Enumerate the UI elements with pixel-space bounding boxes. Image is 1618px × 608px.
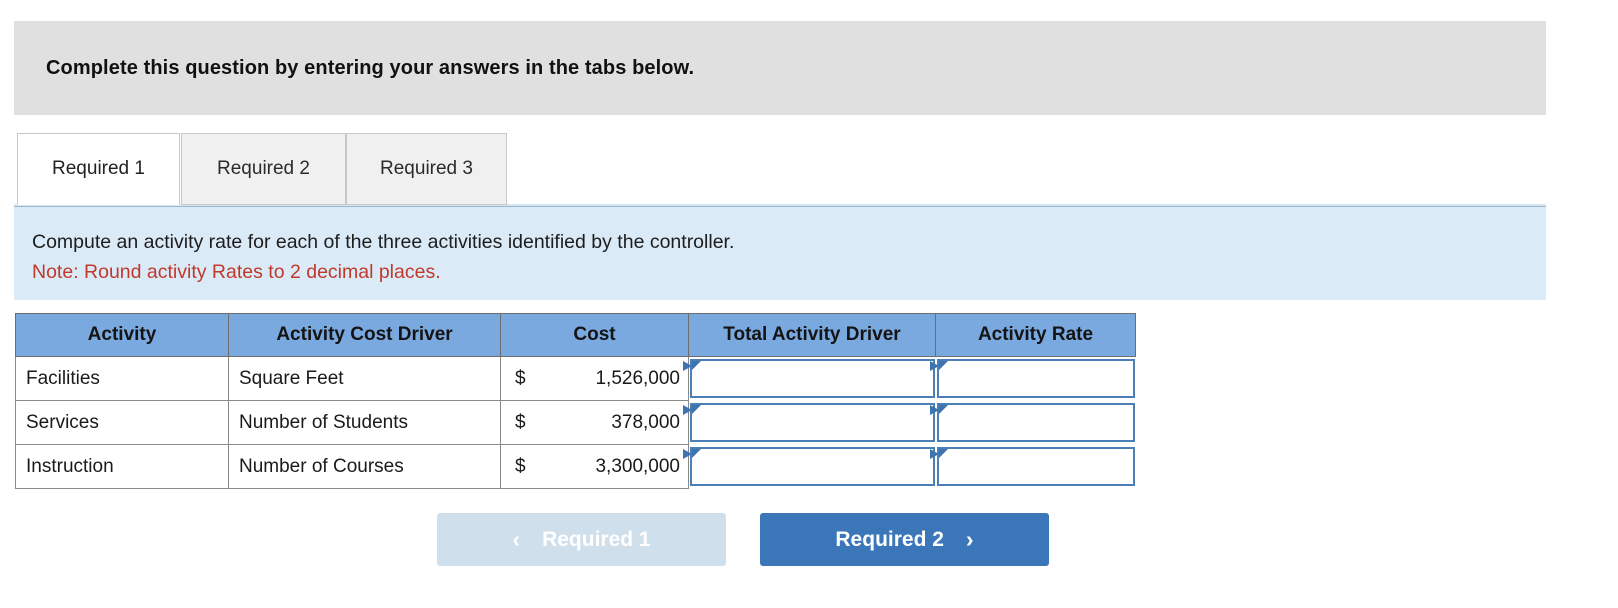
cell-total-activity-driver: [683, 445, 936, 489]
cell-activity: Instruction: [15, 444, 229, 489]
input-total-activity-driver-value: [692, 405, 933, 440]
table-header-row: Activity Activity Cost Driver Cost Total…: [15, 313, 1136, 357]
column-header-total-activity-driver: Total Activity Driver: [688, 313, 936, 357]
chevron-right-icon: ›: [965, 526, 974, 552]
input-total-activity-driver[interactable]: [683, 403, 935, 442]
input-total-activity-driver-value: [692, 449, 933, 484]
cell-cost-driver: Square Feet: [228, 356, 501, 401]
cell-cost: $ 1,526,000: [500, 356, 689, 401]
cell-marker-icon: [683, 449, 701, 467]
cell-marker-icon: [683, 405, 701, 423]
tab-required-1[interactable]: Required 1: [17, 133, 180, 205]
cell-cost: $ 3,300,000: [500, 444, 689, 489]
chevron-left-icon: ‹: [512, 526, 521, 552]
previous-required-1-label: Required 1: [542, 527, 651, 551]
next-required-2-button[interactable]: Required 2 ›: [760, 513, 1049, 566]
next-required-2-label: Required 2: [835, 527, 944, 551]
input-total-activity-driver-value: [692, 361, 933, 396]
instruction-panel: Compute an activity rate for each of the…: [14, 206, 1546, 300]
input-activity-rate-value: [939, 405, 1133, 440]
tab-required-2-label: Required 2: [217, 158, 310, 179]
cell-activity-rate: [929, 357, 1136, 401]
cost-value: 1,526,000: [595, 367, 680, 389]
column-header-cost: Cost: [500, 313, 689, 357]
input-activity-rate[interactable]: [929, 359, 1135, 399]
table-row: Facilities Square Feet $ 1,526,000: [15, 356, 1136, 401]
currency-symbol: $: [515, 367, 526, 389]
cell-cost-driver: Number of Students: [228, 400, 501, 445]
cell-cost: $ 378,000: [500, 400, 689, 445]
currency-symbol: $: [515, 411, 526, 433]
cell-activity-rate: [929, 445, 1136, 489]
cell-marker-icon: [929, 405, 948, 423]
table-row: Services Number of Students $ 378,000: [15, 400, 1136, 445]
tab-required-3-label: Required 3: [380, 158, 473, 179]
input-total-activity-driver[interactable]: [683, 447, 935, 486]
cell-marker-icon: [683, 361, 701, 379]
currency-symbol: $: [515, 455, 526, 477]
activity-rate-table: Activity Activity Cost Driver Cost Total…: [15, 313, 1136, 489]
column-header-activity-rate: Activity Rate: [935, 313, 1136, 357]
column-header-activity-cost-driver: Activity Cost Driver: [228, 313, 501, 357]
question-banner-text: Complete this question by entering your …: [46, 56, 695, 79]
tab-required-1-label: Required 1: [52, 158, 145, 179]
tab-required-3[interactable]: Required 3: [346, 133, 507, 205]
tab-required-2[interactable]: Required 2: [181, 133, 346, 205]
column-header-activity: Activity: [15, 313, 229, 357]
input-activity-rate[interactable]: [929, 447, 1135, 486]
cost-value: 3,300,000: [595, 455, 680, 477]
navigation-bar: ‹ Required 1 Required 2 ›: [437, 513, 1049, 566]
previous-required-1-button[interactable]: ‹ Required 1: [437, 513, 726, 566]
input-activity-rate[interactable]: [929, 403, 1135, 442]
input-total-activity-driver[interactable]: [683, 359, 935, 399]
question-banner: Complete this question by entering your …: [14, 21, 1546, 115]
instruction-text: Compute an activity rate for each of the…: [32, 231, 735, 253]
cell-marker-icon: [929, 449, 948, 467]
cell-activity: Facilities: [15, 356, 229, 401]
instruction-note: Note: Round activity Rates to 2 decimal …: [32, 261, 441, 283]
cell-total-activity-driver: [683, 357, 936, 401]
input-activity-rate-value: [939, 361, 1133, 396]
cell-marker-icon: [929, 361, 948, 379]
cell-activity: Services: [15, 400, 229, 445]
cost-value: 378,000: [611, 411, 680, 433]
table-row: Instruction Number of Courses $ 3,300,00…: [15, 444, 1136, 489]
input-activity-rate-value: [939, 449, 1133, 484]
cell-activity-rate: [929, 401, 1136, 445]
tab-strip: Required 1 Required 2 Required 3: [14, 133, 1546, 206]
cell-total-activity-driver: [683, 401, 936, 445]
cell-cost-driver: Number of Courses: [228, 444, 501, 489]
